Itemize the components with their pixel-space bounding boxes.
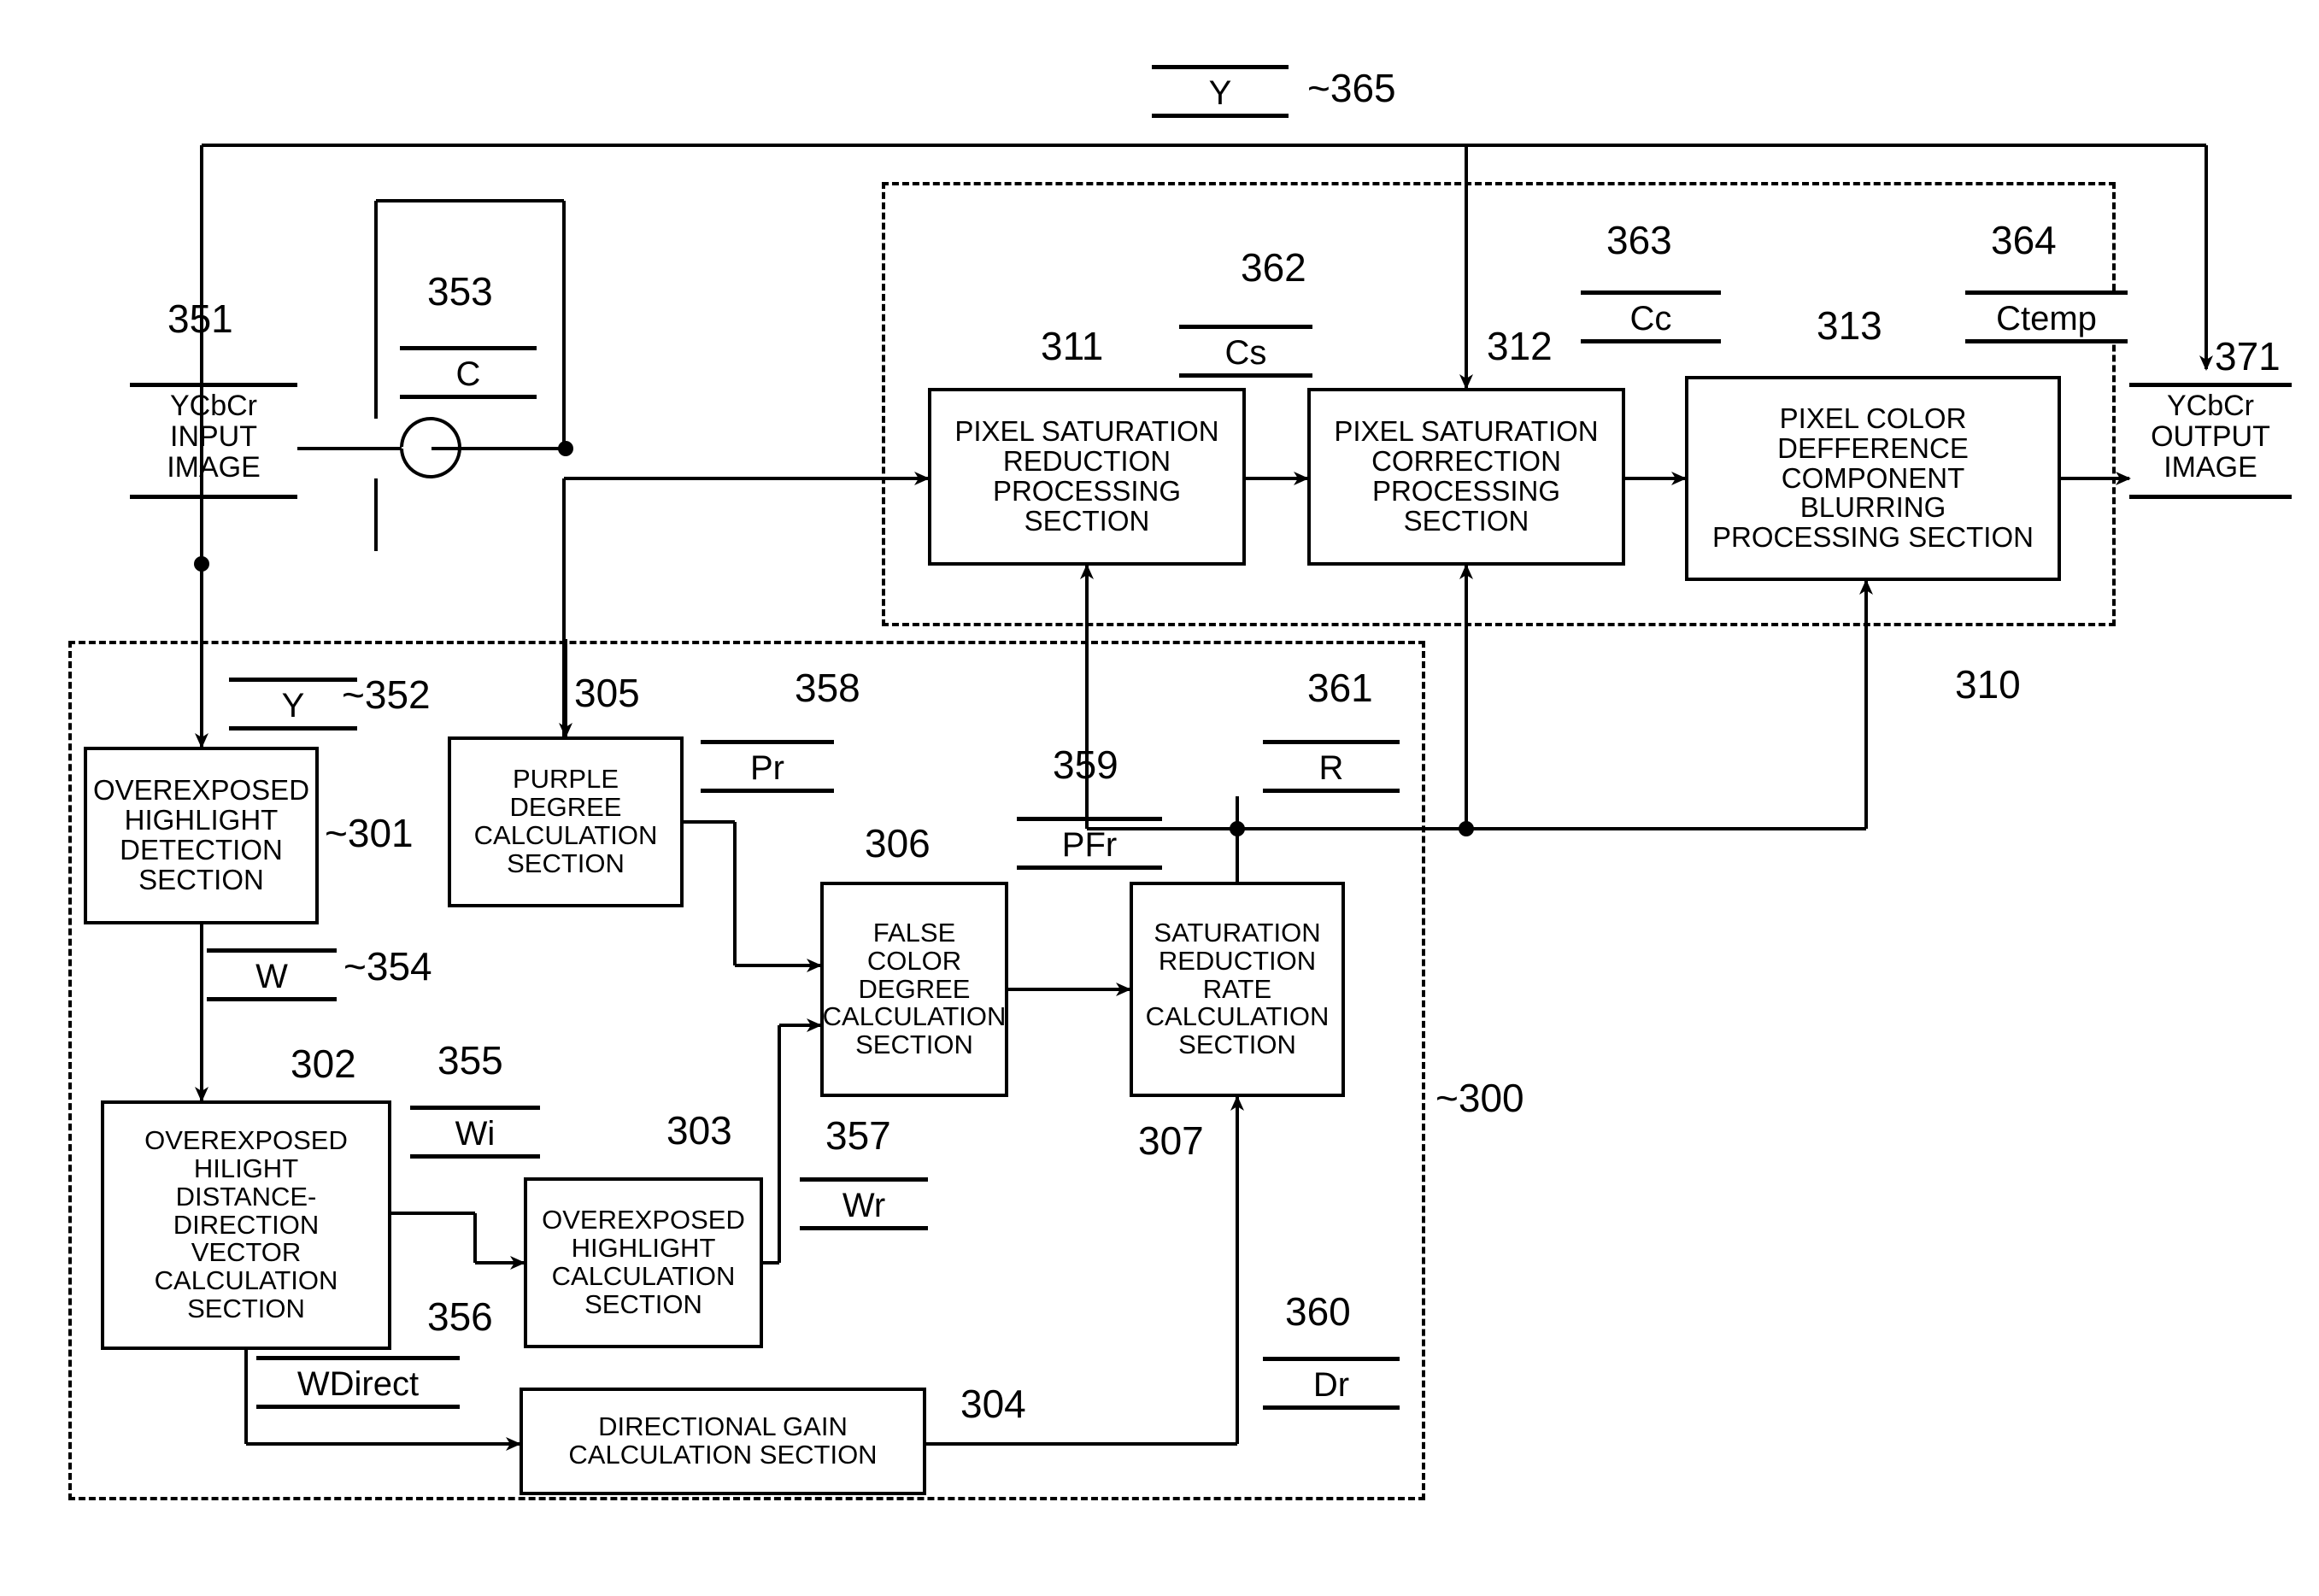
signal-354-label: W (255, 958, 288, 995)
signal-label-362: Cs (1179, 325, 1312, 378)
ref-numeral-357: 357 (825, 1113, 891, 1158)
ref-numeral-311: 311 (1041, 324, 1104, 368)
signal-356-label: WDirect (296, 1365, 420, 1403)
ref-numeral-352: ~352 (342, 672, 431, 717)
signal-label-365: Y (1152, 65, 1289, 118)
ref-numeral-313: 313 (1817, 303, 1882, 348)
block-pixel-color-defference-component-blurring-processing-section[interactable]: PIXEL COLOR DEFFERENCE COMPONENT BLURRING PR… (1685, 376, 2061, 581)
signal-357-label: Wr (842, 1187, 886, 1224)
ref-numeral-304: 304 (960, 1382, 1026, 1426)
ref-numeral-305: 305 (574, 671, 640, 715)
signal-label-355: Wi (410, 1106, 540, 1159)
signal-label-359: PFr (1017, 817, 1162, 870)
ref-numeral-360: 360 (1285, 1289, 1351, 1334)
ref-numeral-356: 356 (427, 1294, 493, 1339)
signal-364-label: Ctemp (1996, 300, 2097, 337)
ref-numeral-358: 358 (795, 666, 860, 710)
signal-352-label: Y (281, 687, 305, 725)
block-overexposed-highlight-calculation-section[interactable]: OVEREXPOSED HIGHLIGHT CALCULATION SECTION (524, 1177, 763, 1348)
block-311-label: PIXEL SATURATION REDUCTION PROCESSING SECTI… (954, 415, 1219, 537)
ref-numeral-351: 351 (167, 296, 233, 341)
signal-label-353: C (400, 346, 537, 399)
block-purple-degree-calculation-section[interactable]: PURPLE DEGREE CALCULATION SECTION (448, 736, 684, 907)
block-306-label: FALSE COLOR DEGREE CALCULATION SECTION (822, 917, 1007, 1060)
signal-label-364: Ctemp (1965, 290, 2128, 343)
block-313-label: PIXEL COLOR DEFFERENCE COMPONENT BLURRING PR… (1712, 402, 2034, 554)
block-saturation-reduction-rate-calculation-section[interactable]: SATURATION REDUCTION RATE CALCULATION SECTIO… (1130, 882, 1345, 1097)
signal-label-361: R (1263, 740, 1400, 793)
ref-numeral-300: ~300 (1435, 1076, 1524, 1120)
signal-365-label: Y (1208, 74, 1232, 112)
ref-numeral-362: 362 (1241, 245, 1306, 290)
block-304-label: DIRECTIONAL GAIN CALCULATION SECTION (568, 1411, 878, 1470)
figure-canvas: OVEREXPOSED HIGHLIGHT DETECTION SECTION OVE… (0, 0, 2319, 1596)
terminal-351-label: YCbCr INPUT IMAGE (167, 390, 261, 484)
block-302-label: OVEREXPOSED HILIGHT DISTANCE- DIRECTION VECT… (144, 1124, 348, 1324)
ref-numeral-312: 312 (1487, 324, 1553, 368)
terminal-ycbcr-input-image: YCbCr INPUT IMAGE (130, 383, 297, 499)
ref-numeral-363: 363 (1606, 218, 1672, 262)
ref-numeral-303: 303 (666, 1108, 732, 1153)
block-pixel-saturation-correction-processing-section[interactable]: PIXEL SATURATION CORRECTION PROCESSING SECT… (1307, 388, 1625, 566)
block-false-color-degree-calculation-section[interactable]: FALSE COLOR DEGREE CALCULATION SECTION (820, 882, 1008, 1097)
signal-363-label: Cc (1629, 300, 1672, 337)
block-312-label: PIXEL SATURATION CORRECTION PROCESSING SECT… (1334, 415, 1599, 537)
signal-359-label: PFr (1061, 826, 1118, 864)
block-303-label: OVEREXPOSED HIGHLIGHT CALCULATION SECTION (542, 1205, 745, 1319)
signal-label-360: Dr (1263, 1357, 1400, 1410)
signal-label-358: Pr (701, 740, 834, 793)
ref-numeral-365: ~365 (1307, 66, 1396, 110)
signal-355-label: Wi (455, 1115, 496, 1153)
block-305-label: PURPLE DEGREE CALCULATION SECTION (473, 764, 658, 878)
ref-numeral-355: 355 (437, 1038, 503, 1083)
ref-numeral-364: 364 (1991, 218, 2057, 262)
block-directional-gain-calculation-section[interactable]: DIRECTIONAL GAIN CALCULATION SECTION (520, 1388, 926, 1495)
signal-label-356: WDirect (256, 1356, 460, 1409)
terminal-371-label: YCbCr OUTPUT IMAGE (2151, 390, 2270, 484)
ref-numeral-307: 307 (1138, 1118, 1204, 1163)
ref-numeral-353: 353 (427, 269, 493, 314)
signal-label-357: Wr (800, 1177, 928, 1230)
signal-360-label: Dr (1312, 1366, 1350, 1404)
ref-numeral-301: ~301 (325, 811, 414, 855)
block-overexposed-highlight-detection-section[interactable]: OVEREXPOSED HIGHLIGHT DETECTION SECTION (84, 747, 319, 924)
block-overexposed-hilight-distance-direction-vector-calculation-section[interactable]: OVEREXPOSED HILIGHT DISTANCE- DIRECTION VECT… (101, 1100, 391, 1350)
ref-numeral-306: 306 (865, 821, 931, 865)
signal-361-label: R (1318, 749, 1344, 787)
ref-numeral-302: 302 (291, 1042, 356, 1086)
signal-label-363: Cc (1581, 290, 1721, 343)
signal-353-label: C (455, 355, 481, 393)
ref-numeral-354: ~354 (343, 944, 432, 989)
block-307-label: SATURATION REDUCTION RATE CALCULATION SECTIO… (1145, 917, 1330, 1060)
signal-358-label: Pr (750, 749, 784, 787)
ref-numeral-310: 310 (1955, 662, 2021, 707)
ref-numeral-371: 371 (2215, 334, 2281, 378)
ref-numeral-359: 359 (1053, 742, 1118, 787)
ref-numeral-361: 361 (1307, 666, 1373, 710)
block-301-label: OVEREXPOSED HIGHLIGHT DETECTION SECTION (92, 774, 310, 895)
signal-362-label: Cs (1224, 334, 1267, 372)
block-pixel-saturation-reduction-processing-section[interactable]: PIXEL SATURATION REDUCTION PROCESSING SECTI… (928, 388, 1246, 566)
signal-label-354: W (207, 948, 337, 1001)
signal-label-352: Y (229, 678, 357, 731)
terminal-ycbcr-output-image: YCbCr OUTPUT IMAGE (2129, 383, 2292, 499)
